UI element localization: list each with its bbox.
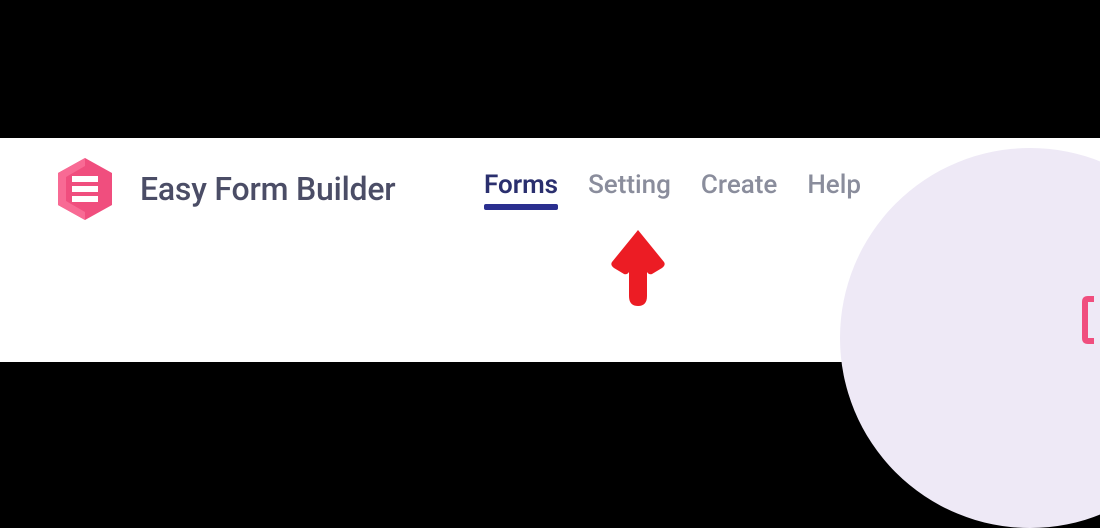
- logo-block: Easy Form Builder: [52, 156, 395, 222]
- app-title: Easy Form Builder: [140, 170, 395, 208]
- decorative-circle: [840, 148, 1100, 528]
- nav-tab-create[interactable]: Create: [701, 170, 777, 208]
- annotation-arrow-icon: [608, 228, 668, 308]
- app-logo-icon: [52, 156, 118, 222]
- decorative-pink-shape: [1082, 296, 1094, 344]
- nav-tab-help[interactable]: Help: [807, 170, 861, 208]
- app-header-panel: Easy Form Builder Forms Setting Create H…: [0, 138, 1100, 362]
- main-nav: Forms Setting Create Help: [484, 170, 861, 208]
- nav-tab-setting[interactable]: Setting: [588, 170, 671, 208]
- nav-tab-forms[interactable]: Forms: [484, 170, 558, 208]
